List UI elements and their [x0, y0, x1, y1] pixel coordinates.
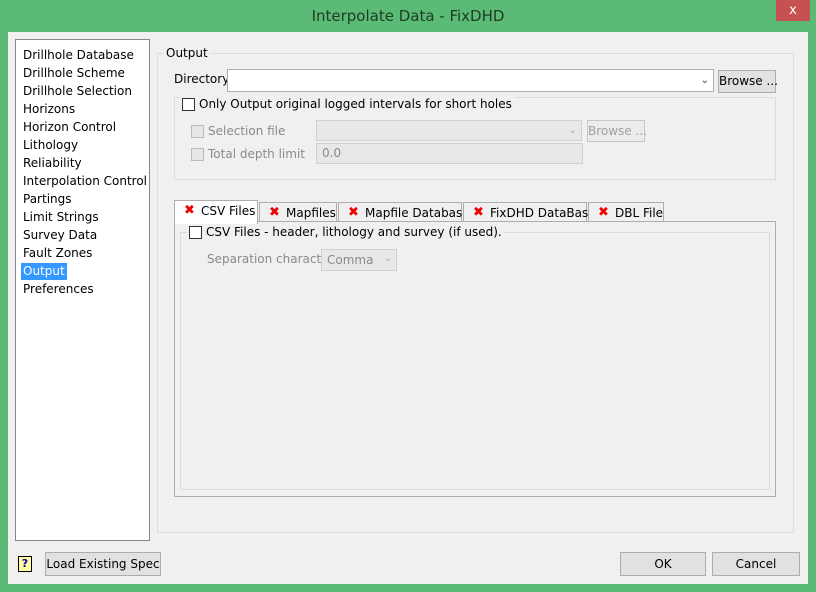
sidebar-item-horizons[interactable]: Horizons [21, 101, 77, 118]
sidebar-list: Drillhole Database Drillhole Scheme Drillh… [15, 39, 150, 541]
csv-files-checkbox[interactable] [189, 225, 202, 239]
sidebar-item-limit-strings[interactable]: Limit Strings [21, 209, 101, 226]
window-title: Interpolate Data - FixDHD [311, 7, 505, 25]
separation-value: Comma [327, 253, 374, 267]
red-x-icon: ✖ [348, 205, 359, 220]
help-icon[interactable]: ? [18, 556, 32, 572]
dialog-body: Drillhole Database Drillhole Scheme Drillh… [8, 32, 808, 584]
sidebar-item-interpolation-control[interactable]: Interpolation Control [21, 173, 149, 190]
dialog-window: Interpolate Data - FixDHD x Drillhole Da… [0, 0, 816, 592]
chevron-down-icon[interactable]: ⌄ [384, 249, 392, 269]
tab-panel: CSV Files - header, lithology and survey… [174, 221, 776, 497]
directory-label: Directory [174, 72, 230, 86]
total-depth-checkbox[interactable] [191, 147, 204, 161]
csv-row: CSV Files - header, lithology and survey… [187, 225, 504, 239]
directory-browse-button[interactable]: Browse ... [718, 70, 778, 93]
csv-group [180, 232, 770, 490]
sidebar-item-preferences[interactable]: Preferences [21, 281, 96, 298]
short-holes-row: Only Output original logged intervals fo… [180, 97, 514, 111]
sidebar-item-drillhole-selection[interactable]: Drillhole Selection [21, 83, 134, 100]
selection-file-row: Selection file [191, 124, 285, 138]
sidebar-item-drillhole-scheme[interactable]: Drillhole Scheme [21, 65, 127, 82]
selection-file-combo[interactable]: ⌄ [316, 120, 582, 141]
tab-label: FixDHD DataBase [490, 206, 596, 220]
sidebar-item-reliability[interactable]: Reliability [21, 155, 84, 172]
sidebar-item-drillhole-database[interactable]: Drillhole Database [21, 47, 136, 64]
output-group-label: Output [164, 46, 210, 60]
tab-label: CSV Files [201, 204, 256, 218]
separation-label: Separation character [207, 252, 334, 266]
red-x-icon: ✖ [598, 205, 609, 220]
ok-button[interactable]: OK [620, 552, 706, 576]
sidebar-item-horizon-control[interactable]: Horizon Control [21, 119, 118, 136]
cancel-button[interactable]: Cancel [712, 552, 800, 576]
sidebar-item-lithology[interactable]: Lithology [21, 137, 80, 154]
tab-label: DBL File [615, 206, 664, 220]
load-existing-spec-button[interactable]: Load Existing Spec [45, 552, 161, 576]
total-depth-input[interactable]: 0.0 [316, 143, 583, 164]
short-holes-checkbox[interactable] [182, 97, 195, 111]
red-x-icon: ✖ [269, 205, 280, 220]
total-depth-row: Total depth limit [191, 147, 305, 161]
red-x-icon: ✖ [184, 203, 195, 218]
short-holes-label: Only Output original logged intervals fo… [199, 97, 512, 111]
tab-label: Mapfile Database [365, 206, 470, 220]
sidebar-item-survey-data[interactable]: Survey Data [21, 227, 99, 244]
sidebar-item-partings[interactable]: Partings [21, 191, 74, 208]
red-x-icon: ✖ [473, 205, 484, 220]
separation-combo[interactable]: Comma ⌄ [321, 249, 397, 271]
tab-label: Mapfiles [286, 206, 336, 220]
chevron-down-icon[interactable]: ⌄ [569, 124, 577, 135]
selection-file-checkbox[interactable] [191, 124, 204, 138]
selection-browse-button[interactable]: Browse ... [587, 120, 647, 142]
csv-files-label: CSV Files - header, lithology and survey… [206, 225, 502, 239]
directory-combo[interactable]: ⌄ [227, 69, 714, 92]
sidebar-item-output[interactable]: Output [21, 263, 67, 280]
tab-csv-files[interactable]: ✖ CSV Files [174, 200, 258, 224]
chevron-down-icon[interactable]: ⌄ [701, 74, 709, 85]
sidebar-item-fault-zones[interactable]: Fault Zones [21, 245, 94, 262]
selection-file-label: Selection file [208, 124, 286, 138]
close-button[interactable]: x [776, 0, 810, 21]
total-depth-label: Total depth limit [208, 147, 305, 161]
